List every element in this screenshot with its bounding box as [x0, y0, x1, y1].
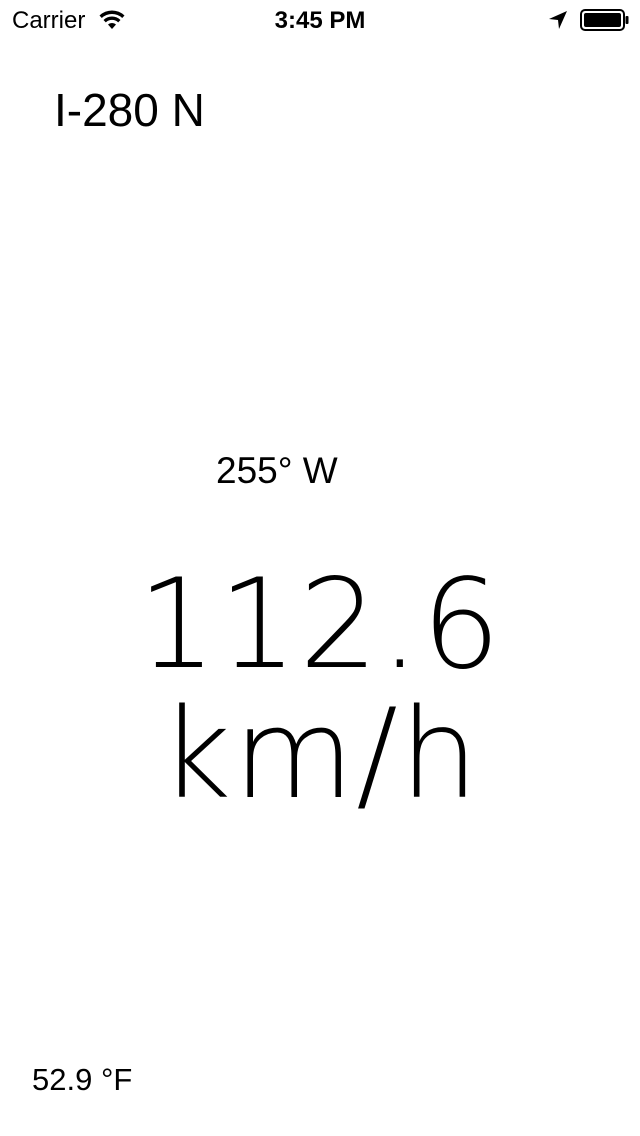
- battery-icon: [580, 9, 629, 31]
- status-bar: Carrier 3:45 PM: [0, 0, 640, 40]
- compass-heading: 255° W: [216, 450, 338, 491]
- speed-readout: 112.6 km/h: [137, 553, 503, 827]
- location-arrow-icon: [549, 11, 567, 29]
- status-time: 3:45 PM: [274, 7, 366, 34]
- temperature-readout: 52.9 °F: [32, 1062, 133, 1097]
- road-name: I-280 N: [54, 84, 205, 136]
